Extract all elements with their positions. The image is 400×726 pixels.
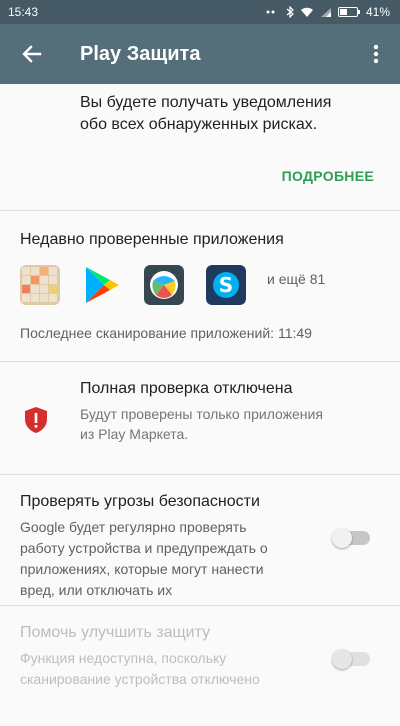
full-check-description: Будут проверены только приложения из Pla… [80,404,360,444]
more-details-button[interactable]: ПОДРОБНЕЕ [282,168,374,184]
improve-protection-title: Помочь улучшить защиту [20,624,211,641]
battery-percent: 41% [365,5,390,19]
improve-protection-description: Функция недоступна, поскольку сканирован… [20,648,310,690]
full-check-section[interactable]: Полная проверка отключена Будут проверен… [0,362,400,475]
more-vert-icon [373,44,379,64]
notification-line: Вы будете получать уведомления [80,94,332,111]
page-title: Play Защита [80,42,201,65]
cellular-icon [320,7,332,18]
toggle-knob [332,528,352,548]
recent-apps-section: Недавно проверенные приложения S и ещё 8… [0,211,400,362]
threat-scan-description: Google будет регулярно проверять работу … [20,517,310,601]
threat-scan-line: вред, или отключать их [20,582,173,598]
improve-protection-toggle [332,649,370,669]
notification-section: Вы будете получать уведомления обо всех … [0,84,400,211]
wifi-icon [300,7,314,18]
back-button[interactable] [0,24,64,84]
threat-scan-title: Проверять угрозы безопасности [20,493,260,510]
improve-protection-line: Функция недоступна, поскольку [20,650,227,666]
arrow-back-icon [22,45,42,63]
overflow-menu-button[interactable] [360,24,392,84]
shield-warning-icon [25,407,47,433]
bluetooth-icon [286,6,294,18]
threat-scan-line: работу устройства и предупреждать о [20,540,268,556]
recent-apps-list: S [20,265,246,305]
full-check-line: Будут проверены только приложения [80,406,323,422]
skype-icon[interactable]: S [206,265,246,305]
notification-line: обо всех обнаруженных рисках. [80,116,318,133]
svg-text:S: S [219,273,233,297]
improve-protection-section: Помочь улучшить защиту Функция недоступн… [0,606,400,726]
improve-protection-line: сканирование устройства отключено [20,671,260,687]
app-bar: Play Защита [0,24,400,84]
last-scan-time: Последнее сканирование приложений: 11:49 [20,325,312,341]
full-check-line: из Play Маркета. [80,426,189,442]
google-play-icon[interactable] [82,265,122,305]
toggle-knob [332,649,352,669]
threat-scan-line: Google будет регулярно проверять [20,519,247,535]
threat-scan-line: приложениях, которые могут нанести [20,561,264,577]
2048-icon[interactable] [20,265,60,305]
threat-scan-section[interactable]: Проверять угрозы безопасности Google буд… [0,475,400,606]
status-time: 15:43 [8,5,39,19]
full-check-title: Полная проверка отключена [80,380,293,397]
status-bar: 15:43 41% [0,0,400,24]
more-apps-count: и ещё 81 [267,271,326,287]
battery-icon [337,7,360,17]
recent-apps-title: Недавно проверенные приложения [20,231,284,248]
threat-scan-toggle[interactable] [332,528,370,548]
globe-app-icon[interactable] [144,265,184,305]
status-icons: 41% [266,5,390,19]
signal-dots-icon [266,9,280,15]
notification-text: Вы будете получать уведомления обо всех … [80,92,331,136]
